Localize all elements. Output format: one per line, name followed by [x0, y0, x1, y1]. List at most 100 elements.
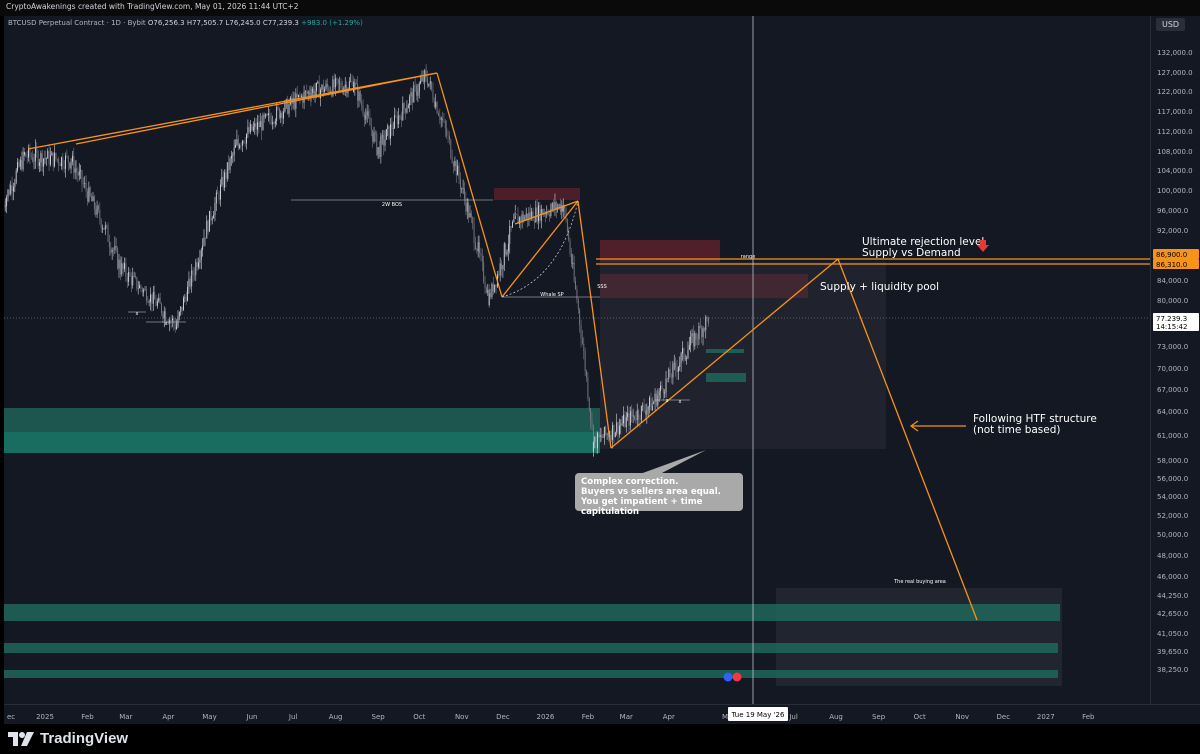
symbol-name[interactable]: BTCUSD Perpetual Contract · 1D · Bybit [8, 19, 146, 27]
candle-body [262, 114, 264, 131]
candle-body [708, 317, 709, 325]
price-tick-label: 84,000.0 [1157, 277, 1188, 285]
price-tick-label: 42,650.0 [1157, 610, 1188, 618]
candle-body [18, 161, 20, 167]
candle-body [479, 242, 481, 254]
price-axis-svg[interactable]: 132,000.0 127,000.0 122,000.0 117,000.0 112,… [1151, 16, 1200, 704]
candle-body [488, 293, 490, 305]
time-tick-label: Sep [372, 713, 386, 721]
tradingview-logo-icon [8, 731, 34, 746]
price-axis[interactable]: 132,000.0 127,000.0 122,000.0 117,000.0 112,… [1150, 16, 1200, 704]
candle-body [278, 108, 280, 119]
candle-body [241, 140, 243, 146]
price-tick-label: 122,000.0 [1157, 88, 1193, 96]
candle-body [601, 435, 603, 438]
time-tick-label: Feb [81, 713, 94, 721]
candle-body [13, 186, 14, 192]
candle-body [148, 302, 150, 303]
candle-body [418, 83, 420, 92]
candle-body [458, 165, 460, 179]
candle-body [273, 122, 275, 124]
candle-body [145, 289, 147, 301]
candle-body [580, 324, 582, 339]
time-axis[interactable]: 2025 Feb Mar Apr May Jun Jul Aug Sep Oct Nov Dec 202… [4, 704, 1200, 725]
candle-body [214, 203, 216, 216]
candle-body [572, 262, 574, 264]
candle-body [217, 192, 219, 194]
candle-body [387, 125, 389, 130]
candle-body [605, 426, 607, 435]
candle-body [155, 299, 157, 306]
time-tick-label-partial: ec [7, 713, 15, 721]
candle-body [380, 136, 382, 157]
symbol-legend[interactable]: BTCUSD Perpetual Contract · 1D · Bybit O… [8, 19, 363, 27]
candle-body [263, 114, 265, 118]
candle-body [591, 420, 593, 426]
candle-body [274, 120, 276, 124]
candle-body [701, 327, 703, 337]
candle-body [658, 391, 660, 396]
candle-body [272, 122, 274, 125]
candle-body [468, 202, 470, 218]
plot-area[interactable]: 2W BOS Whale SP range SSS The real buying ar… [4, 16, 1150, 704]
price-chart[interactable]: 2W BOS Whale SP range SSS The real buying ar… [4, 16, 1150, 704]
candle-body [14, 182, 16, 187]
price-tick-label: 108,000.0 [1157, 148, 1193, 156]
candle-body [683, 348, 685, 359]
not-time-based-label: (not time based) [973, 424, 1061, 436]
candle-body [225, 172, 227, 179]
candle-body [416, 85, 417, 96]
candle-body [150, 294, 151, 303]
candle-body [317, 81, 319, 83]
candle-body [535, 207, 537, 223]
candle-body [103, 228, 105, 230]
time-tick-label: Jun [246, 713, 258, 721]
price-tick-label: 64,000.0 [1157, 408, 1188, 416]
candle-body [581, 338, 583, 344]
candle-body [43, 158, 45, 167]
candle-body [15, 170, 17, 183]
time-axis-svg[interactable]: 2025 Feb Mar Apr May Jun Jul Aug Sep Oct Nov Dec 202… [4, 705, 1200, 725]
candle-body [211, 218, 213, 221]
candle-body [165, 311, 167, 321]
candle-body [151, 294, 153, 304]
candle-body [469, 213, 471, 218]
candle-body [62, 157, 64, 167]
candle-body [510, 226, 512, 228]
candle-body [583, 343, 585, 352]
candle-body [538, 205, 539, 222]
candle-body [561, 205, 563, 212]
candle-body [676, 368, 678, 373]
candle-body [257, 122, 258, 130]
flag-circle [732, 672, 742, 682]
candle-body [124, 263, 125, 269]
price-tick-label: 61,000.0 [1157, 432, 1188, 440]
candle-body [233, 147, 235, 155]
candle-body [74, 168, 76, 173]
candle-body [40, 153, 42, 163]
time-tick-label: Feb [1082, 713, 1095, 721]
currency-badge[interactable]: USD [1156, 18, 1186, 31]
candle-body [688, 345, 690, 351]
candle-body [113, 249, 114, 251]
candle-body [84, 183, 86, 184]
candle-body [258, 122, 260, 128]
candle-body [170, 319, 172, 321]
impulse-down-line [436, 72, 503, 298]
candle-body [503, 243, 505, 266]
candle-body [125, 263, 127, 277]
candle-body [624, 414, 626, 428]
candle-body [662, 388, 664, 394]
zone-layer [4, 188, 1062, 686]
candle-body [210, 210, 212, 221]
candle-body [187, 286, 189, 301]
candle-body [703, 328, 705, 331]
candle-body [189, 278, 191, 287]
candle-body [87, 191, 88, 202]
candle-body [494, 284, 496, 292]
candle-body [399, 115, 401, 117]
candle-body [473, 223, 475, 244]
candle-body [106, 225, 108, 226]
candle-body [97, 205, 99, 210]
candle-body [495, 284, 497, 287]
